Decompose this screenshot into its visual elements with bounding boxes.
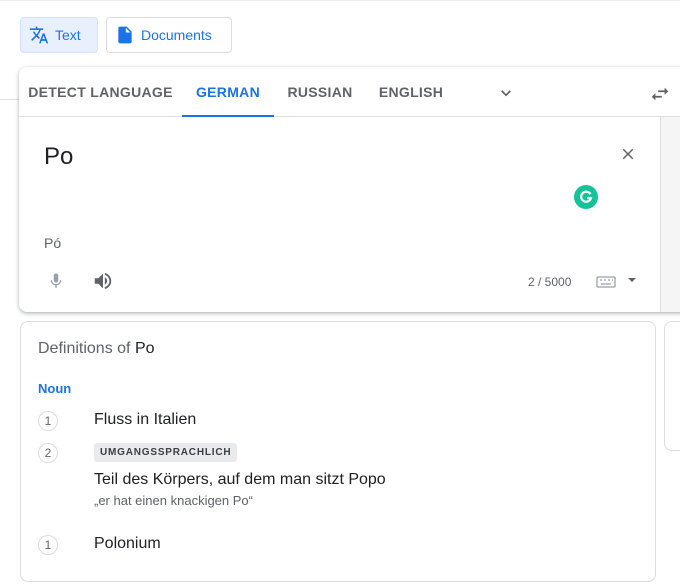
side-card [664,321,680,451]
definition-number: 1 [38,411,58,431]
text-mode-label: Text [55,27,81,43]
swap-languages-icon[interactable] [649,83,671,105]
language-bar: DETECT LANGUAGE GERMAN RUSSIAN ENGLISH [19,67,680,117]
microphone-icon[interactable] [47,271,65,291]
close-icon[interactable] [619,145,637,163]
definitions-card: Definitions of Po Noun 1 Fluss in Italie… [20,321,656,582]
tab-detect-language[interactable]: DETECT LANGUAGE [19,67,182,117]
chevron-down-icon[interactable] [496,83,516,103]
text-mode-button[interactable]: Text [20,17,98,53]
definitions-word: Po [134,340,155,357]
translation-pane [660,117,680,312]
tab-russian[interactable]: RUSSIAN [274,67,366,117]
definition-number: 2 [38,443,58,463]
grammarly-icon[interactable] [574,185,598,209]
register-label: UMGANGSSPRACHLICH [94,443,238,462]
definition-gloss: Polonium [94,535,161,552]
documents-mode-label: Documents [141,27,212,43]
definition-gloss: Fluss in Italien [94,411,197,428]
definitions-title: Definitions of Po [38,340,155,358]
translator-card: DETECT LANGUAGE GERMAN RUSSIAN ENGLISH P… [19,67,680,312]
documents-mode-button[interactable]: Documents [106,17,232,53]
source-text-input[interactable]: Po [44,143,73,171]
transliteration: Pó [44,235,62,251]
keyboard-icon[interactable] [596,275,616,289]
tab-german[interactable]: GERMAN [182,67,274,117]
tab-english[interactable]: ENGLISH [366,67,456,117]
speaker-icon[interactable] [92,270,114,292]
translate-icon [29,26,49,44]
definition-number: 1 [38,535,58,555]
character-counter: 2 / 5000 [528,275,572,289]
part-of-speech: Noun [38,381,72,396]
document-icon [118,26,132,44]
definition-gloss: Teil des Körpers, auf dem man sitzt Popo [94,471,386,488]
caret-down-icon[interactable] [627,275,637,285]
definition-example: „er hat einen knackigen Po“ [94,493,253,508]
definitions-title-prefix: Definitions of [38,340,131,357]
